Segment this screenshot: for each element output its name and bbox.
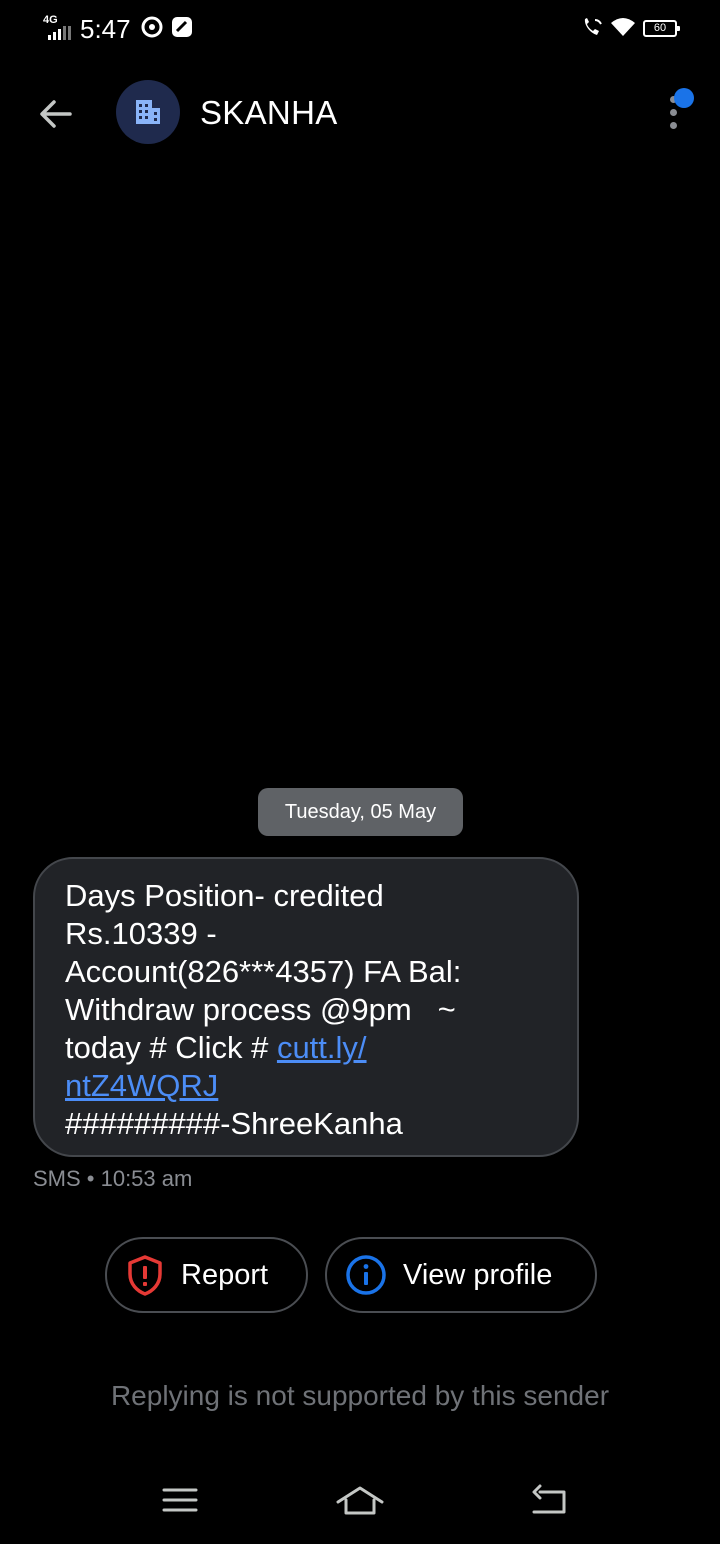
signal-icon <box>48 26 71 40</box>
arrow-left-icon <box>40 100 72 128</box>
sender-avatar[interactable] <box>116 80 180 144</box>
battery-icon: 60 <box>643 20 680 37</box>
network-type: 4G <box>43 14 58 26</box>
message-line: Withdraw process @9pm ~ <box>65 992 456 1027</box>
menu-icon[interactable] <box>160 1480 200 1520</box>
date-divider: Tuesday, 05 May <box>258 788 463 836</box>
more-options-button[interactable] <box>652 84 700 140</box>
clock: 5:47 <box>80 14 131 44</box>
message-line: Days Position- credited <box>65 878 384 913</box>
message-link[interactable]: cutt.ly/ <box>277 1030 367 1065</box>
chat-app-icon <box>172 17 192 37</box>
back-button[interactable] <box>30 88 82 140</box>
message-timestamp: SMS • 10:53 am <box>33 1166 193 1191</box>
message-line: Account(826***4357) FA Bal: <box>65 954 462 989</box>
building-icon <box>136 100 160 124</box>
report-button[interactable]: Report <box>105 1237 308 1313</box>
wifi-icon <box>611 18 635 36</box>
battery-level: 60 <box>653 22 667 34</box>
view-profile-label: View profile <box>403 1258 553 1291</box>
info-icon <box>346 1255 386 1295</box>
message-line: #########-ShreeKanha <box>65 1106 403 1141</box>
shield-alert-icon <box>128 1255 162 1296</box>
view-profile-button[interactable]: View profile <box>325 1237 597 1313</box>
status-bar: 4G 5:47 60 <box>0 0 720 58</box>
notification-badge <box>674 88 694 108</box>
back-nav-icon[interactable] <box>528 1480 570 1520</box>
sender-name[interactable]: SKANHA <box>200 94 338 132</box>
home-icon[interactable] <box>334 1480 386 1520</box>
message-line: Rs.10339 - <box>65 916 217 951</box>
message-line: today # Click # <box>65 1030 277 1065</box>
message-link[interactable]: ntZ4WQRJ <box>65 1068 218 1103</box>
reply-unsupported-note: Replying is not supported by this sender <box>110 1380 610 1411</box>
report-label: Report <box>181 1258 269 1291</box>
message-bubble[interactable]: Days Position- credited Rs.10339 - Accou… <box>33 857 579 1157</box>
messenger-icon <box>141 16 163 38</box>
wifi-call-icon <box>584 18 602 35</box>
